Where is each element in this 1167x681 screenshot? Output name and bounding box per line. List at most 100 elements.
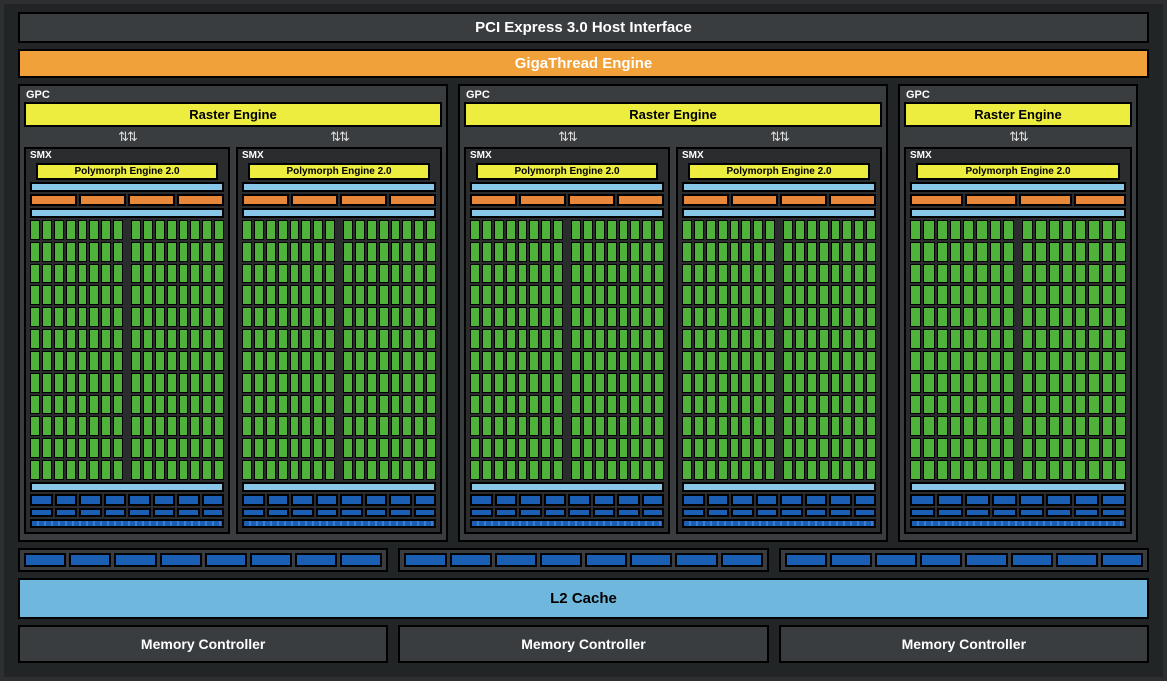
- scheduler-unit: [519, 194, 566, 206]
- register-file-bar: [470, 208, 664, 218]
- cuda-core: [89, 307, 99, 327]
- cuda-core: [694, 395, 704, 415]
- cuda-core: [795, 460, 805, 480]
- cuda-core: [1075, 416, 1086, 436]
- cuda-core: [583, 220, 593, 240]
- cuda-core: [54, 329, 64, 349]
- cuda-core: [741, 307, 751, 327]
- cuda-core: [529, 395, 539, 415]
- cuda-core: [414, 438, 424, 458]
- cuda-core: [1035, 220, 1046, 240]
- lsu-unit: [617, 494, 640, 506]
- cuda-core: [937, 395, 948, 415]
- sfu-unit: [593, 508, 616, 517]
- cuda-core: [89, 416, 99, 436]
- cuda-core-row: [470, 416, 664, 436]
- cuda-core-row: [242, 329, 436, 349]
- lsu-unit: [389, 494, 412, 506]
- cuda-core: [482, 460, 492, 480]
- cuda-core: [426, 438, 436, 458]
- cuda-core: [706, 351, 716, 371]
- cuda-core-grid: [910, 220, 1126, 480]
- cuda-core: [783, 438, 793, 458]
- cuda-core: [765, 438, 775, 458]
- cuda-core: [470, 351, 480, 371]
- cuda-core: [494, 264, 504, 284]
- cuda-core: [950, 220, 961, 240]
- lsu-unit: [1019, 494, 1044, 506]
- cuda-core: [42, 460, 52, 480]
- smx-row: SMXPolymorph Engine 2.0: [904, 147, 1132, 534]
- cuda-core-row: [242, 373, 436, 393]
- cuda-core: [482, 351, 492, 371]
- cuda-core: [819, 416, 829, 436]
- cuda-core: [765, 416, 775, 436]
- register-file-bar: [242, 208, 436, 218]
- cuda-core-row: [682, 329, 876, 349]
- register-file-bar: [30, 208, 224, 218]
- cuda-core: [101, 220, 111, 240]
- cuda-core: [682, 438, 692, 458]
- cuda-core: [595, 220, 605, 240]
- cuda-core: [694, 307, 704, 327]
- rop-unit: [160, 553, 202, 567]
- cuda-core: [42, 438, 52, 458]
- cuda-core: [101, 416, 111, 436]
- cuda-core: [254, 264, 264, 284]
- cuda-core: [923, 351, 934, 371]
- cuda-core: [866, 242, 876, 262]
- cuda-core: [143, 220, 153, 240]
- cuda-core: [854, 264, 864, 284]
- texture-cache-bar: [682, 519, 876, 528]
- cuda-core: [42, 242, 52, 262]
- cuda-core: [910, 460, 921, 480]
- cuda-core: [414, 264, 424, 284]
- cuda-core: [266, 329, 276, 349]
- cuda-core-row: [30, 307, 224, 327]
- cuda-core: [950, 351, 961, 371]
- cuda-core: [682, 395, 692, 415]
- lsu-row: [682, 494, 876, 506]
- cuda-core: [367, 373, 377, 393]
- cuda-core: [113, 373, 123, 393]
- cuda-core: [254, 242, 264, 262]
- raster-engine: Raster Engine: [464, 102, 882, 127]
- cuda-core: [718, 285, 728, 305]
- rop-unit: [495, 553, 537, 567]
- sfu-unit: [642, 508, 665, 517]
- cuda-core-row: [242, 460, 436, 480]
- lsu-unit: [267, 494, 290, 506]
- cuda-core: [266, 416, 276, 436]
- cuda-core: [155, 329, 165, 349]
- cuda-core: [730, 351, 740, 371]
- cuda-core: [990, 307, 1001, 327]
- cuda-core: [741, 373, 751, 393]
- cuda-core: [54, 285, 64, 305]
- cuda-core-row: [910, 307, 1126, 327]
- cuda-core: [242, 416, 252, 436]
- cuda-core: [42, 373, 52, 393]
- cuda-core: [242, 329, 252, 349]
- cuda-core: [131, 351, 141, 371]
- cuda-core: [426, 416, 436, 436]
- cuda-core: [202, 438, 212, 458]
- scheduler-unit: [389, 194, 436, 206]
- cuda-core: [1115, 373, 1126, 393]
- cuda-core: [1003, 373, 1014, 393]
- cuda-core: [583, 373, 593, 393]
- cuda-core: [910, 329, 921, 349]
- cuda-core: [741, 460, 751, 480]
- cuda-core: [541, 438, 551, 458]
- cuda-core: [730, 416, 740, 436]
- cuda-core-row: [470, 438, 664, 458]
- cuda-core: [819, 395, 829, 415]
- cuda-core: [1049, 307, 1060, 327]
- cuda-core: [765, 285, 775, 305]
- cuda-core: [1062, 285, 1073, 305]
- cuda-core: [730, 264, 740, 284]
- cuda-core: [642, 242, 652, 262]
- lsu-unit: [414, 494, 437, 506]
- cuda-core: [402, 351, 412, 371]
- cuda-core: [619, 395, 629, 415]
- cuda-core: [583, 416, 593, 436]
